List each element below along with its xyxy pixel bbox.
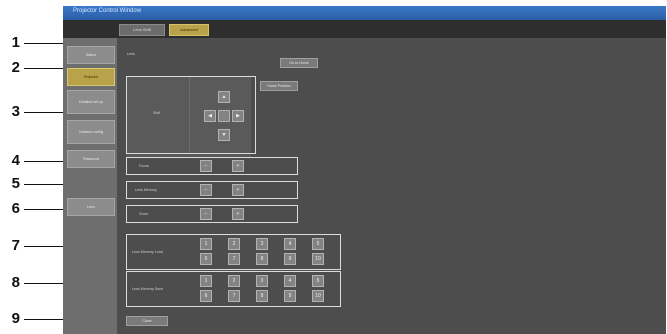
zoom-minus-button[interactable]: −: [200, 208, 212, 220]
shift-group: Shift ▲ ◀ ▶ ▼: [126, 76, 256, 154]
shift-center-button[interactable]: [218, 110, 230, 122]
main-panel: Lens Go to Home Home Position Shift ▲ ◀ …: [117, 38, 666, 334]
memory-save-slot-2[interactable]: 2: [228, 275, 240, 287]
projector-web-window: Projector Control Window Lens Shift Adva…: [63, 6, 666, 334]
shift-up-button[interactable]: ▲: [218, 91, 230, 103]
memory-load-slot-10[interactable]: 10: [312, 253, 324, 265]
memory-save-slot-8[interactable]: 8: [256, 290, 268, 302]
sidebar: Status Projector Detailed set up Network…: [63, 38, 117, 334]
focus-label: Focus: [139, 164, 149, 168]
lens-memory-minus-button[interactable]: −: [200, 184, 212, 196]
memory-load-slot-2[interactable]: 2: [228, 238, 240, 250]
focus-plus-button[interactable]: +: [232, 160, 244, 172]
sidebar-item-projector[interactable]: Projector: [67, 68, 115, 86]
callout-number: 4: [11, 152, 20, 169]
divider: [189, 77, 190, 153]
callout-number: 7: [11, 237, 20, 254]
memory-save-slot-7[interactable]: 7: [228, 290, 240, 302]
memory-load-slot-6[interactable]: 6: [200, 253, 212, 265]
sidebar-item-detailed-setup[interactable]: Detailed set up: [67, 90, 115, 114]
go-home-button[interactable]: Go to Home: [280, 58, 318, 68]
callout-number: 6: [11, 200, 20, 217]
callout-number: 8: [11, 274, 20, 291]
shift-down-button[interactable]: ▼: [218, 129, 230, 141]
zoom-plus-button[interactable]: +: [232, 208, 244, 220]
sidebar-item-password[interactable]: Password: [67, 150, 115, 168]
callout-number: 9: [11, 310, 20, 327]
memory-save-slot-1[interactable]: 1: [200, 275, 212, 287]
sidebar-item-lens[interactable]: Lens: [67, 198, 115, 216]
page-title: Lens: [127, 52, 135, 56]
zoom-group: Zoom − +: [126, 205, 298, 223]
lens-memory-group: Lens Memory − +: [126, 181, 298, 199]
sidebar-item-status[interactable]: Status: [67, 46, 115, 64]
memory-load-slot-1[interactable]: 1: [200, 238, 212, 250]
window-title: Projector Control Window: [73, 8, 142, 14]
tab-advanced[interactable]: Advanced: [169, 24, 209, 36]
callout-number: 5: [11, 175, 20, 192]
home-position-button[interactable]: Home Position: [260, 81, 298, 91]
memory-save-label: Lens Memory Save: [132, 287, 163, 291]
zoom-label: Zoom: [139, 212, 149, 216]
memory-load-slot-9[interactable]: 9: [284, 253, 296, 265]
memory-save-slot-5[interactable]: 5: [312, 275, 324, 287]
memory-load-group: Lens Memory Load 1 2 3 4 5 6 7 8 9 10: [126, 234, 341, 270]
lens-memory-plus-button[interactable]: +: [232, 184, 244, 196]
shift-left-button[interactable]: ◀: [204, 110, 216, 122]
callout-number: 2: [11, 59, 20, 76]
tab-lens-shift[interactable]: Lens Shift: [119, 24, 165, 36]
memory-save-slot-4[interactable]: 4: [284, 275, 296, 287]
callout-number: 1: [11, 34, 20, 51]
memory-load-slot-3[interactable]: 3: [256, 238, 268, 250]
memory-save-slot-10[interactable]: 10: [312, 290, 324, 302]
shift-label: Shift: [153, 111, 161, 115]
shift-right-button[interactable]: ▶: [232, 110, 244, 122]
lens-memory-label: Lens Memory: [135, 188, 157, 192]
window-titlebar: Projector Control Window: [63, 6, 666, 20]
memory-save-slot-3[interactable]: 3: [256, 275, 268, 287]
top-tab-bar: Lens Shift Advanced: [63, 20, 666, 38]
memory-save-slot-6[interactable]: 6: [200, 290, 212, 302]
sidebar-item-network-config[interactable]: Network config: [67, 120, 115, 144]
focus-minus-button[interactable]: −: [200, 160, 212, 172]
close-button[interactable]: Close: [126, 316, 168, 326]
focus-group: Focus − +: [126, 157, 298, 175]
memory-load-slot-4[interactable]: 4: [284, 238, 296, 250]
memory-load-label: Lens Memory Load: [132, 250, 163, 254]
callout-number: 3: [11, 103, 20, 120]
memory-load-slot-8[interactable]: 8: [256, 253, 268, 265]
memory-save-slot-9[interactable]: 9: [284, 290, 296, 302]
memory-save-group: Lens Memory Save 1 2 3 4 5 6 7 8 9 10: [126, 271, 341, 307]
memory-load-slot-7[interactable]: 7: [228, 253, 240, 265]
memory-load-slot-5[interactable]: 5: [312, 238, 324, 250]
